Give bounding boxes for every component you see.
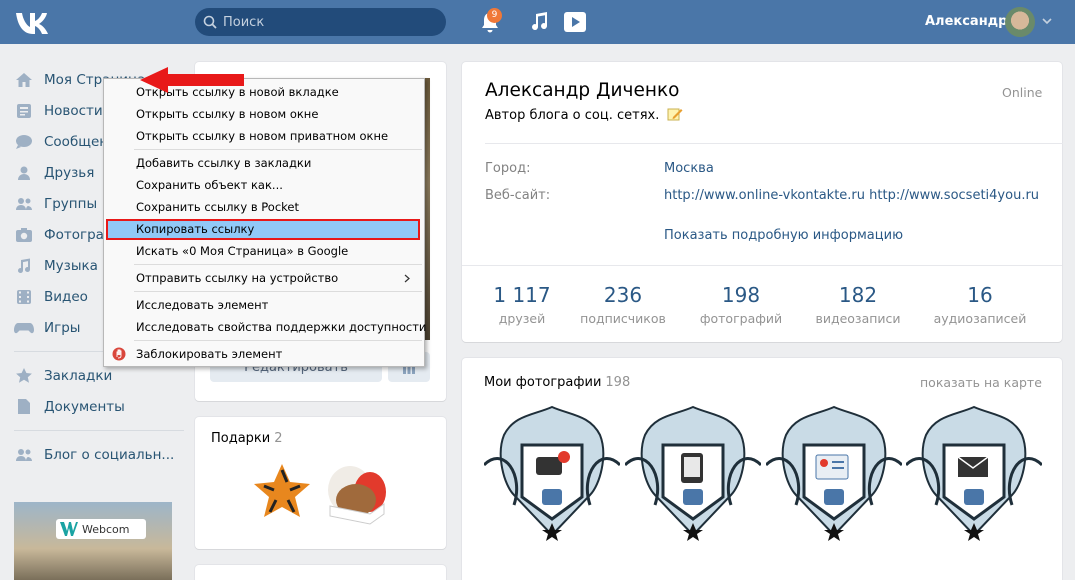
ctx-send-to-device[interactable]: Отправить ссылку на устройство xyxy=(136,268,338,288)
counter-photos[interactable]: 198 фотографий xyxy=(686,283,796,326)
online-status: Online xyxy=(1002,85,1043,100)
counter-friends[interactable]: 1 117 друзей xyxy=(467,283,577,326)
website-links[interactable]: http://www.online-vkontakte.ru http://ww… xyxy=(664,188,1039,203)
counter-number: 198 xyxy=(721,283,761,307)
chocolate-egg-gift-icon[interactable] xyxy=(320,462,392,526)
divider xyxy=(462,265,1062,266)
photo-thumbnail-message-icon[interactable] xyxy=(484,405,620,545)
webcom-label: Webcom xyxy=(82,522,130,536)
divider xyxy=(485,143,1063,144)
news-icon xyxy=(14,102,34,120)
top-bar: 9 Александр xyxy=(0,0,1075,44)
red-annotation-arrow-icon xyxy=(140,67,244,93)
gifts-label: Подарки xyxy=(211,431,271,446)
nav-item-blog-group[interactable]: Блог о социальн... xyxy=(14,439,184,470)
vk-logo-icon[interactable] xyxy=(14,9,52,35)
messages-icon xyxy=(14,133,34,151)
ctx-bookmark-link[interactable]: Добавить ссылку в закладки xyxy=(136,153,311,173)
video-play-icon[interactable] xyxy=(563,10,587,34)
nav-divider xyxy=(14,430,184,431)
nav-item-label: Блог о социальн... xyxy=(44,446,175,463)
show-more-info-link[interactable]: Показать подробную информацию xyxy=(664,228,903,243)
ctx-open-new-window[interactable]: Открыть ссылку в новом окне xyxy=(136,104,318,124)
counter-followers[interactable]: 236 подписчиков xyxy=(568,283,678,326)
website-label: Веб-сайт: xyxy=(485,188,551,203)
counter-number: 236 xyxy=(603,283,643,307)
search-icon xyxy=(203,15,217,29)
ctx-open-private-window[interactable]: Открыть ссылку в новом приватном окне xyxy=(136,126,388,146)
star-icon xyxy=(14,367,34,385)
photos-title-label: Мои фотографии xyxy=(484,375,602,390)
counter-audio[interactable]: 16 аудиозаписей xyxy=(925,283,1035,326)
notification-badge: 9 xyxy=(487,8,502,23)
username[interactable]: Александр xyxy=(925,14,1008,29)
nav-item-label: Друзья xyxy=(44,164,95,181)
chevron-down-icon[interactable] xyxy=(1042,17,1052,25)
counter-label: аудиозаписей xyxy=(933,311,1027,326)
counter-number: 1 117 xyxy=(493,283,551,307)
counter-label: друзей xyxy=(498,311,546,326)
nav-item-label: Закладки xyxy=(44,367,113,384)
pencil-note-icon xyxy=(667,108,683,121)
nav-item-label: Видео xyxy=(44,288,88,305)
music-icon[interactable] xyxy=(527,10,551,34)
city-link[interactable]: Москва xyxy=(664,161,714,176)
st-george-ribbon-star-gift-icon[interactable] xyxy=(252,462,312,524)
photo-thumbnail-envelope-icon[interactable] xyxy=(906,405,1042,545)
ctx-separator xyxy=(134,149,422,150)
group-icon xyxy=(14,446,34,464)
nav-item-label: Игры xyxy=(44,319,81,336)
friends-icon xyxy=(14,164,34,182)
counter-number: 182 xyxy=(838,283,878,307)
video-icon xyxy=(14,288,34,306)
profile-name: Александр Диченко xyxy=(485,80,680,101)
nav-item-label: Документы xyxy=(44,398,125,415)
promo-banner[interactable]: Webcom xyxy=(14,502,172,580)
ctx-separator xyxy=(134,340,422,341)
groups-icon xyxy=(14,195,34,213)
document-icon xyxy=(14,398,34,416)
ctx-inspect-accessibility[interactable]: Исследовать свойства поддержки доступнос… xyxy=(136,317,426,337)
counter-label: фотографий xyxy=(699,311,783,326)
search-box[interactable] xyxy=(195,8,446,36)
profile-status[interactable]: Автор блога о соц. сетях. xyxy=(485,107,683,123)
ctx-copy-link[interactable]: Копировать ссылку xyxy=(136,219,254,239)
block-hand-icon xyxy=(112,347,126,361)
counter-videos[interactable]: 182 видеозаписи xyxy=(803,283,913,326)
ctx-separator xyxy=(134,291,422,292)
photos-count: 198 xyxy=(605,375,631,390)
ctx-inspect-element[interactable]: Исследовать элемент xyxy=(136,295,268,315)
photo-thumbnail-profile-icon[interactable] xyxy=(766,405,902,545)
status-text: Автор блога о соц. сетях. xyxy=(485,108,660,123)
games-icon xyxy=(14,319,34,337)
context-menu: Открыть ссылку в новой вкладке Открыть с… xyxy=(103,78,426,367)
music-icon xyxy=(14,257,34,275)
gifts-heading[interactable]: Подарки 2 xyxy=(211,431,283,446)
nav-item-documents[interactable]: Документы xyxy=(14,391,184,422)
photo-thumbnail-phone-icon[interactable] xyxy=(625,405,761,545)
photos-icon xyxy=(14,226,34,244)
show-on-map-link[interactable]: показать на карте xyxy=(920,375,1042,390)
city-label: Город: xyxy=(485,161,531,176)
nav-item-label: Группы xyxy=(44,195,98,212)
photos-heading[interactable]: Мои фотографии 198 xyxy=(484,375,630,390)
chevron-right-icon xyxy=(404,274,410,283)
counter-number: 16 xyxy=(967,283,993,307)
counter-label: подписчиков xyxy=(580,311,666,326)
ctx-search-google[interactable]: Искать «0 Моя Страница» в Google xyxy=(136,241,348,261)
next-card xyxy=(195,565,446,580)
search-input[interactable] xyxy=(223,8,438,36)
gifts-count: 2 xyxy=(274,431,283,446)
avatar[interactable] xyxy=(1005,7,1035,37)
nav-item-label: Музыка xyxy=(44,257,98,274)
webcom-w-icon xyxy=(60,522,78,536)
ctx-save-to-pocket[interactable]: Сохранить ссылку в Pocket xyxy=(136,197,299,217)
nav-item-label: Новости xyxy=(44,102,103,119)
ctx-save-object[interactable]: Сохранить объект как... xyxy=(136,175,283,195)
ctx-separator xyxy=(134,264,422,265)
ctx-block-element[interactable]: Заблокировать элемент xyxy=(136,344,282,364)
counter-label: видеозаписи xyxy=(815,311,901,326)
webcom-logo: Webcom xyxy=(56,519,146,539)
home-icon xyxy=(14,71,34,89)
